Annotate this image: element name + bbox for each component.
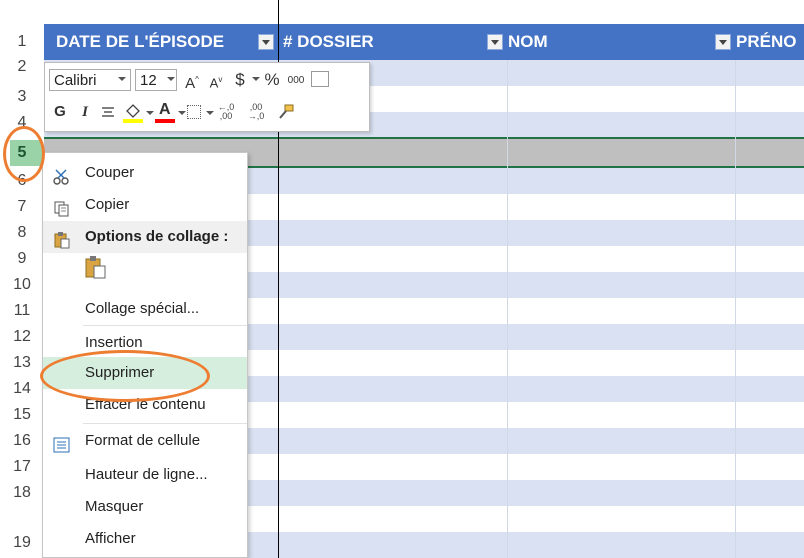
row-header-7[interactable]: 7 xyxy=(0,194,44,220)
column-divider xyxy=(735,60,736,558)
row-header-2[interactable]: 2 xyxy=(0,54,44,80)
font-color-icon[interactable]: A xyxy=(155,101,175,123)
column-header-prenom[interactable]: PRÉNO xyxy=(736,24,796,60)
percent-button[interactable]: % xyxy=(263,69,281,91)
italic-button[interactable]: I xyxy=(79,101,91,123)
column-divider xyxy=(507,60,508,558)
menu-item-row-height[interactable]: Hauteur de ligne... xyxy=(43,459,247,491)
shrink-font-button[interactable]: Av xyxy=(207,69,225,94)
paste-options-icon xyxy=(53,229,71,249)
row-header-14[interactable]: 14 xyxy=(0,376,44,402)
menu-item-label: Collage spécial... xyxy=(85,300,200,317)
currency-button[interactable]: $ xyxy=(233,69,247,91)
row-header-13[interactable]: 13 xyxy=(0,350,44,376)
annotation-circle-row-5 xyxy=(3,126,45,182)
row-header-8[interactable]: 8 xyxy=(0,220,44,246)
menu-item-label: Copier xyxy=(85,196,130,213)
menu-item-cut[interactable]: Couper xyxy=(43,157,247,189)
copy-icon xyxy=(53,197,71,217)
row-header-11[interactable]: 11 xyxy=(0,298,44,324)
decrease-decimal-button[interactable]: ,00 →,0 xyxy=(245,103,267,121)
row-header-17[interactable]: 17 xyxy=(0,454,44,480)
annotation-circle-supprimer xyxy=(40,350,210,402)
increase-decimal-button[interactable]: ←,0 ,00 xyxy=(215,103,237,121)
menu-item-label: Format de cellule xyxy=(85,432,201,449)
chevron-down-icon[interactable] xyxy=(146,111,154,115)
column-header-dossier[interactable]: # DOSSIER xyxy=(283,24,374,60)
font-name-value: Calibri xyxy=(54,72,97,89)
chevron-down-icon[interactable] xyxy=(118,77,126,81)
merge-cells-icon[interactable] xyxy=(311,71,329,87)
row-header-16[interactable]: 16 xyxy=(0,428,44,454)
filter-dropdown-icon[interactable] xyxy=(258,34,274,50)
grow-font-icon: A xyxy=(185,75,196,92)
menu-separator xyxy=(83,423,247,424)
column-header-date[interactable]: DATE DE L'ÉPISODE xyxy=(56,24,224,60)
menu-item-label: Afficher xyxy=(85,530,136,547)
menu-item-unhide[interactable]: Afficher xyxy=(43,523,247,555)
borders-icon[interactable] xyxy=(187,105,201,119)
fill-color-icon[interactable] xyxy=(123,101,143,123)
menu-section-paste-options: Options de collage : xyxy=(43,221,247,253)
menu-item-label: Options de collage : xyxy=(85,228,229,245)
thousands-separator-button[interactable]: 000 xyxy=(285,70,307,92)
format-painter-icon[interactable] xyxy=(277,103,295,121)
row-header-1[interactable]: 1 xyxy=(0,29,44,55)
menu-item-label: Masquer xyxy=(85,498,144,515)
menu-item-label: Couper xyxy=(85,164,135,181)
scissors-icon xyxy=(53,165,71,185)
font-size-value: 12 xyxy=(140,72,157,89)
mini-toolbar: Calibri 12 A^ Av $ % 000 G I A ←,0 ,00 ,… xyxy=(44,62,370,132)
font-color-swatch xyxy=(155,119,175,123)
chevron-down-icon[interactable] xyxy=(206,111,214,115)
menu-item-paste-special[interactable]: Collage spécial... xyxy=(43,293,247,325)
chevron-down-icon[interactable] xyxy=(178,111,186,115)
menu-separator xyxy=(83,325,247,326)
row-header-9[interactable]: 9 xyxy=(0,246,44,272)
row-header-12[interactable]: 12 xyxy=(0,324,44,350)
row-header-15[interactable]: 15 xyxy=(0,402,44,428)
column-header-nom[interactable]: NOM xyxy=(508,24,548,60)
menu-item-hide[interactable]: Masquer xyxy=(43,491,247,523)
chevron-down-icon[interactable] xyxy=(167,77,175,81)
paste-icon[interactable] xyxy=(85,255,107,279)
filter-dropdown-icon[interactable] xyxy=(487,34,503,50)
format-cells-icon xyxy=(53,433,71,453)
bold-button[interactable]: G xyxy=(53,101,67,123)
font-color-letter: A xyxy=(159,101,171,118)
menu-item-format-cells[interactable]: Format de cellule xyxy=(43,425,247,457)
align-center-icon[interactable] xyxy=(101,105,115,117)
row-header-10[interactable]: 10 xyxy=(0,272,44,298)
row-header-3[interactable]: 3 xyxy=(0,84,44,110)
menu-item-label: Hauteur de ligne... xyxy=(85,466,208,483)
grow-font-button[interactable]: A^ xyxy=(183,69,201,95)
filter-dropdown-icon[interactable] xyxy=(715,34,731,50)
chevron-down-icon[interactable] xyxy=(252,77,260,81)
menu-item-copy[interactable]: Copier xyxy=(43,189,247,221)
row-header-19[interactable]: 19 xyxy=(0,530,44,556)
row-header-18[interactable]: 18 xyxy=(0,480,44,506)
